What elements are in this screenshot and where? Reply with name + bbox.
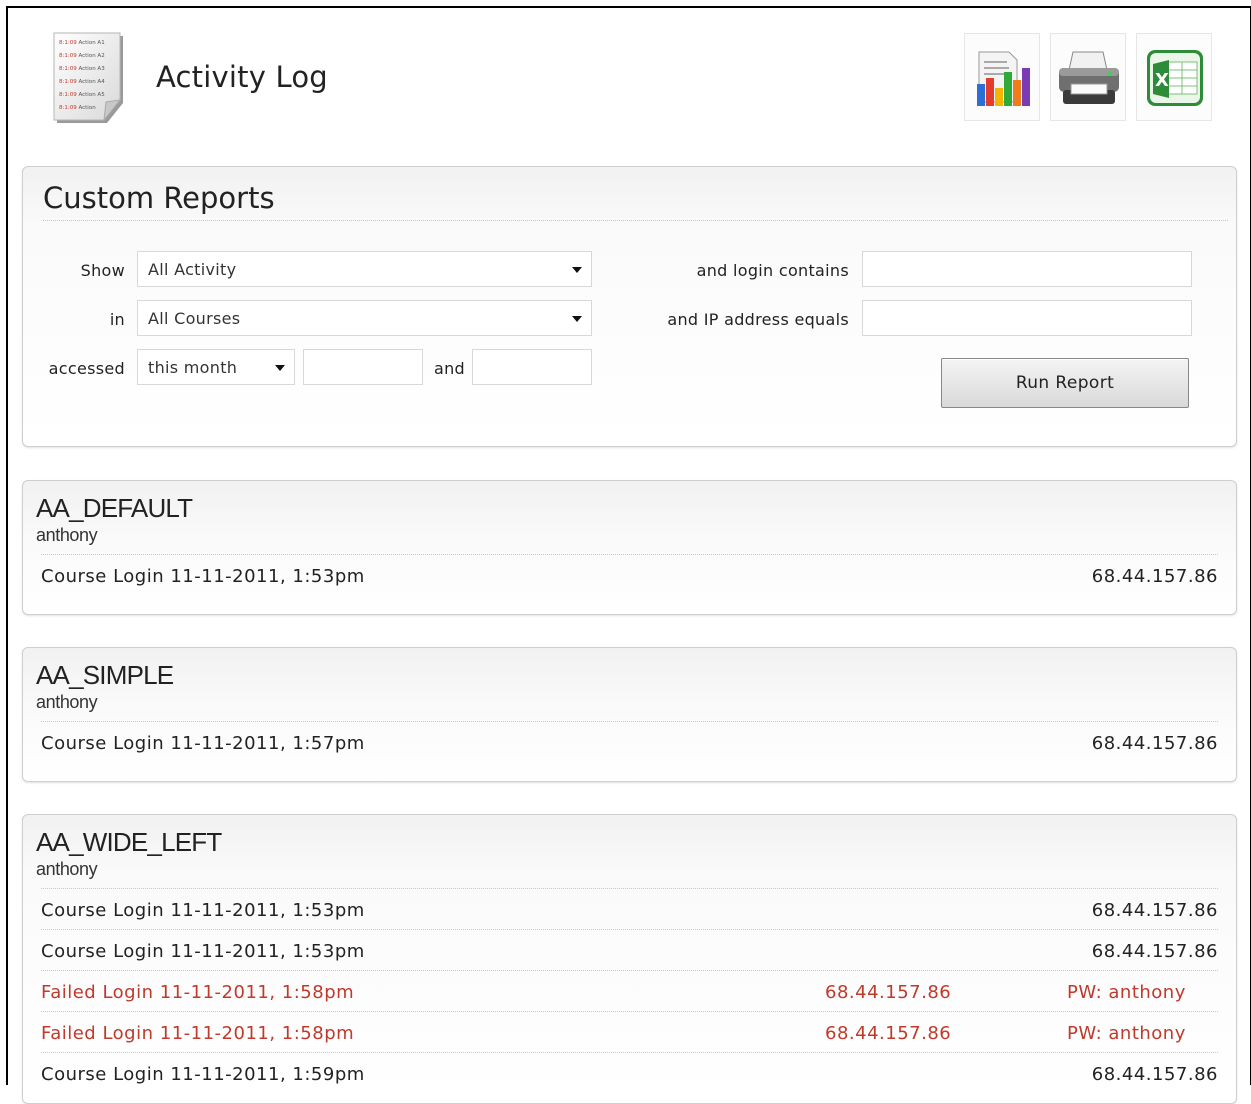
- and-label: and: [433, 359, 465, 378]
- chevron-down-icon: [572, 316, 582, 322]
- log-entry-ip: 68.44.157.86: [1091, 941, 1218, 962]
- custom-reports-panel: Custom Reports Show All Activity in All …: [22, 166, 1237, 447]
- failed-log-row: Failed Login 11-11-2011, 1:58pm 68.44.15…: [41, 970, 1218, 1011]
- accessed-select[interactable]: this month: [137, 349, 295, 385]
- page-title: Activity Log: [156, 60, 328, 94]
- svg-text:X: X: [1155, 70, 1169, 91]
- log-entry-text: Course Login 11-11-2011, 1:57pm: [41, 733, 365, 754]
- course-panel: AA_DEFAULT anthony Course Login 11-11-20…: [22, 480, 1237, 615]
- excel-icon: X: [1147, 50, 1203, 106]
- log-entry-ip: 68.44.157.86: [1091, 1064, 1218, 1085]
- log-entry-text: Course Login 11-11-2011, 1:59pm: [41, 1064, 365, 1085]
- svg-text:8:1:09 Action A5: 8:1:09 Action A5: [59, 92, 105, 98]
- svg-text:8:1:09 Action A2: 8:1:09 Action A2: [59, 53, 105, 59]
- svg-text:8:1:09 Action: 8:1:09 Action: [59, 105, 96, 111]
- accessed-label: accessed: [48, 359, 125, 378]
- log-entry-ip: 68.44.157.86: [825, 1023, 952, 1044]
- log-entry-password: PW: anthony: [1067, 1023, 1186, 1044]
- divider: [43, 220, 1228, 221]
- course-title: AA_SIMPLE: [36, 660, 174, 690]
- printer-icon: [1059, 51, 1119, 104]
- login-contains-input[interactable]: [862, 251, 1192, 287]
- ip-equals-label: and IP address equals: [667, 310, 849, 329]
- excel-export-button[interactable]: X: [1136, 33, 1212, 121]
- log-row: Course Login 11-11-2011, 1:59pm 68.44.15…: [41, 1052, 1218, 1093]
- course-panel: AA_SIMPLE anthony Course Login 11-11-201…: [22, 647, 1237, 782]
- course-panel: AA_WIDE_LEFT anthony Course Login 11-11-…: [22, 814, 1237, 1104]
- log-row: Course Login 11-11-2011, 1:53pm 68.44.15…: [41, 888, 1218, 929]
- log-entry-ip: 68.44.157.86: [1091, 900, 1218, 921]
- log-entry-ip: 68.44.157.86: [1091, 733, 1218, 754]
- custom-reports-title: Custom Reports: [43, 181, 275, 215]
- course-user: anthony: [36, 692, 98, 712]
- show-label: Show: [80, 261, 125, 280]
- failed-log-row: Failed Login 11-11-2011, 1:58pm 68.44.15…: [41, 1011, 1218, 1052]
- chevron-down-icon: [572, 267, 582, 273]
- log-entry-text: Failed Login 11-11-2011, 1:58pm: [41, 1023, 355, 1044]
- log-entry-text: Course Login 11-11-2011, 1:53pm: [41, 900, 365, 921]
- print-button[interactable]: [1050, 33, 1126, 121]
- log-entry-password: PW: anthony: [1067, 982, 1186, 1003]
- log-entry-text: Course Login 11-11-2011, 1:53pm: [41, 941, 365, 962]
- run-report-button[interactable]: Run Report: [941, 358, 1189, 408]
- show-select[interactable]: All Activity: [137, 251, 592, 287]
- log-entry-text: Course Login 11-11-2011, 1:53pm: [41, 566, 365, 587]
- login-contains-label: and login contains: [696, 261, 849, 280]
- to-date-input[interactable]: [472, 349, 592, 385]
- svg-text:8:1:09 Action A1: 8:1:09 Action A1: [59, 40, 105, 46]
- log-row: Course Login 11-11-2011, 1:53pm 68.44.15…: [41, 929, 1218, 970]
- course-user: anthony: [36, 859, 98, 879]
- log-row: Course Login 11-11-2011, 1:57pm 68.44.15…: [41, 721, 1218, 762]
- chart-report-button[interactable]: [964, 33, 1040, 121]
- chevron-down-icon: [275, 365, 285, 371]
- course-select-value: All Courses: [148, 309, 241, 328]
- course-user: anthony: [36, 525, 98, 545]
- from-date-input[interactable]: [303, 349, 423, 385]
- activity-log-logo: 8:1:09 Action A1 8:1:09 Action A2 8:1:09…: [50, 30, 128, 124]
- course-title: AA_DEFAULT: [36, 493, 193, 523]
- log-entry-text: Failed Login 11-11-2011, 1:58pm: [41, 982, 355, 1003]
- svg-text:8:1:09 Action A3: 8:1:09 Action A3: [59, 66, 105, 72]
- course-select[interactable]: All Courses: [137, 300, 592, 336]
- course-title: AA_WIDE_LEFT: [36, 827, 222, 857]
- log-entry-ip: 68.44.157.86: [1091, 566, 1218, 587]
- ip-equals-input[interactable]: [862, 300, 1192, 336]
- in-label: in: [109, 310, 125, 329]
- log-entry-ip: 68.44.157.86: [825, 982, 952, 1003]
- chart-report-icon: [977, 51, 1030, 106]
- show-select-value: All Activity: [148, 260, 237, 279]
- svg-text:8:1:09 Action A4: 8:1:09 Action A4: [59, 79, 105, 85]
- accessed-select-value: this month: [148, 358, 238, 377]
- log-row: Course Login 11-11-2011, 1:53pm 68.44.15…: [41, 554, 1218, 595]
